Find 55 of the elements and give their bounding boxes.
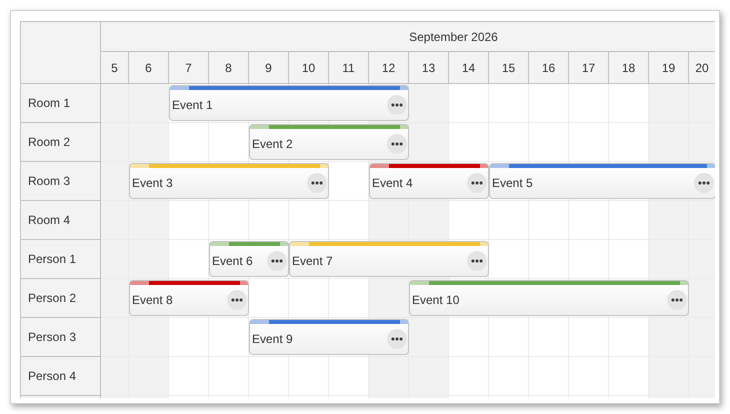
more-button[interactable]	[267, 251, 287, 271]
more-button[interactable]	[307, 173, 327, 193]
event-block[interactable]: Event 1	[169, 85, 409, 121]
event-block[interactable]: Event 6	[209, 241, 289, 277]
event-label: Event 9	[252, 331, 293, 348]
day-header: 20	[689, 52, 715, 84]
day-header: 5	[101, 52, 129, 84]
day-header: 14	[449, 52, 489, 84]
day-header: 16	[529, 52, 569, 84]
resource-label: Room 2	[21, 123, 101, 162]
event-label: Event 6	[212, 253, 253, 270]
day-header: 19	[649, 52, 689, 84]
more-button[interactable]	[387, 95, 407, 115]
event-label: Event 4	[372, 175, 413, 192]
event-label: Event 7	[292, 253, 333, 270]
day-header: 8	[209, 52, 249, 84]
event-block[interactable]: Event 9	[249, 319, 409, 355]
resource-label: Room 4	[21, 201, 101, 240]
day-header: 15	[489, 52, 529, 84]
day-header: 9	[249, 52, 289, 84]
day-header: 18	[609, 52, 649, 84]
event-block[interactable]: Event 2	[249, 124, 409, 160]
resource-label: Room 3	[21, 162, 101, 201]
resource-label: Person 3	[21, 318, 101, 357]
event-label: Event 10	[412, 292, 460, 309]
resource-label: Person 2	[21, 279, 101, 318]
event-block[interactable]: Event 4	[369, 163, 489, 199]
resource-label: Person 4	[21, 357, 101, 396]
day-header: 17	[569, 52, 609, 84]
more-button[interactable]	[387, 134, 407, 154]
resource-label: Person 1	[21, 240, 101, 279]
event-label: Event 1	[172, 97, 213, 114]
more-button[interactable]	[667, 290, 687, 310]
day-header: 7	[169, 52, 209, 84]
more-button[interactable]	[467, 173, 487, 193]
event-label: Event 3	[132, 175, 173, 192]
event-block[interactable]: Event 8	[129, 280, 249, 316]
resource-label: Room 1	[21, 84, 101, 123]
more-button[interactable]	[694, 173, 714, 193]
month-header: September 2026	[101, 22, 715, 52]
event-block[interactable]: Event 7	[289, 241, 489, 277]
more-button[interactable]	[387, 329, 407, 349]
day-header: 6	[129, 52, 169, 84]
day-header: 12	[369, 52, 409, 84]
event-block[interactable]: Event 5	[489, 163, 715, 199]
day-header: 11	[329, 52, 369, 84]
event-label: Event 2	[252, 136, 293, 153]
more-button[interactable]	[467, 251, 487, 271]
event-block[interactable]: Event 3	[129, 163, 329, 199]
day-header: 10	[289, 52, 329, 84]
more-button[interactable]	[227, 290, 247, 310]
event-label: Event 8	[132, 292, 173, 309]
day-header: 13	[409, 52, 449, 84]
event-block[interactable]: Event 10	[409, 280, 689, 316]
event-label: Event 5	[492, 175, 533, 192]
